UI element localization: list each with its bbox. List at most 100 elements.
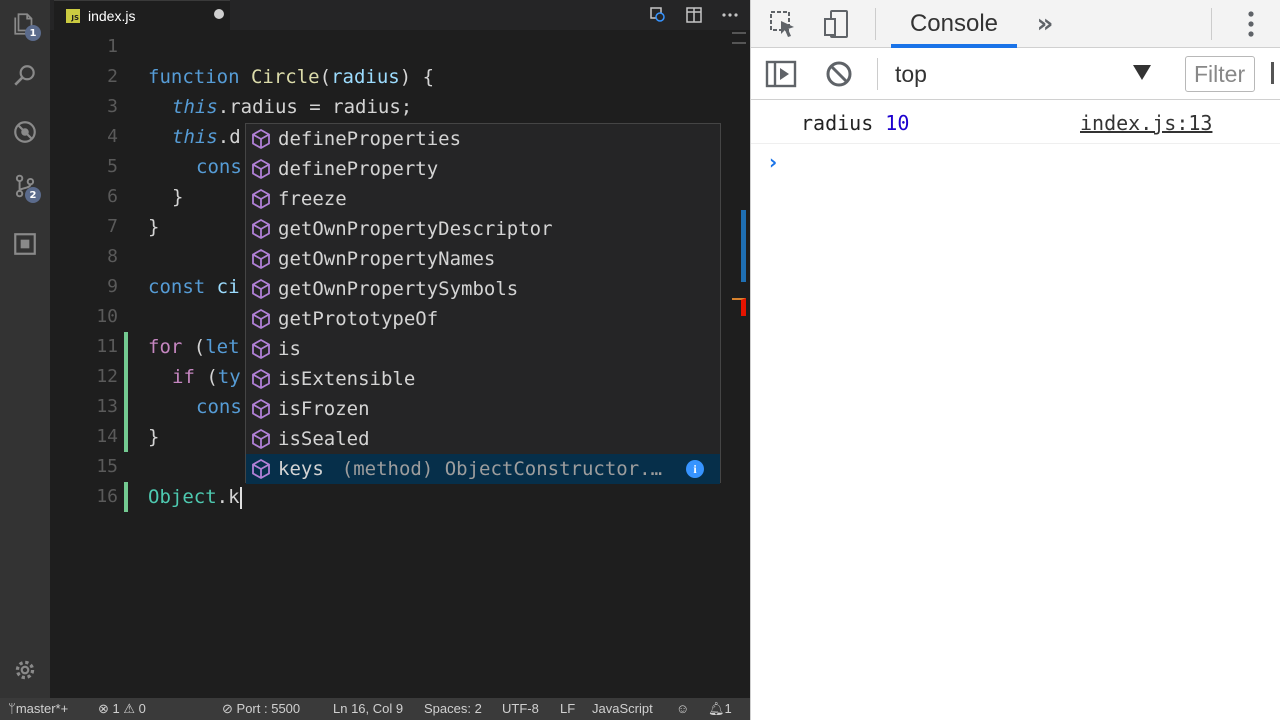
suggestion-item[interactable]: is: [246, 334, 720, 364]
device-toolbar-button[interactable]: [819, 6, 855, 42]
git-branch[interactable]: ᛘmaster*+: [8, 698, 68, 720]
suggestion-widget[interactable]: defineProperties defineProperty freeze g…: [245, 123, 721, 484]
method-cube-icon: [252, 188, 270, 210]
toolbar-divider: [1211, 8, 1212, 40]
gear-icon: [15, 660, 35, 680]
console-prompt-chevron-icon[interactable]: ›: [769, 150, 789, 174]
suggestion-item-selected[interactable]: keys (method) ObjectConstructor.… i: [246, 454, 720, 484]
method-cube-icon: [252, 248, 270, 270]
devtools-menu-button[interactable]: [1233, 6, 1269, 42]
suggestion-item[interactable]: getPrototypeOf: [246, 304, 720, 334]
method-cube-icon: [252, 158, 270, 180]
code-line-5: cons: [196, 156, 242, 178]
method-cube-icon: [252, 278, 270, 300]
code-line-9: const ci: [148, 272, 240, 302]
split-editor-button[interactable]: [684, 5, 704, 25]
method-cube-icon: [252, 218, 270, 240]
explorer-button[interactable]: 1: [0, 2, 50, 46]
line-number: 9: [107, 276, 118, 297]
code-token: .d: [217, 126, 241, 148]
line-number: 4: [107, 126, 118, 147]
code-line-2: function Circle(radius) {: [148, 62, 434, 92]
text-cursor: [239, 486, 242, 509]
kebab-menu-icon: [1248, 11, 1254, 37]
suggestion-item[interactable]: defineProperty: [246, 154, 720, 184]
suggestion-item[interactable]: isExtensible: [246, 364, 720, 394]
line-number: 1: [107, 36, 118, 57]
open-changes-button[interactable]: [648, 5, 668, 25]
suggestion-item[interactable]: isFrozen: [246, 394, 720, 424]
code-line-13: cons: [196, 396, 242, 418]
more-icon: [722, 13, 738, 17]
info-icon[interactable]: i: [686, 460, 704, 478]
git-added-marker[interactable]: [124, 482, 128, 512]
live-server-port[interactable]: ⊘ Port : 5500: [222, 698, 300, 720]
suggestion-label: keys: [278, 458, 324, 480]
method-cube-icon: [252, 308, 270, 330]
more-tabs-button[interactable]: »: [1027, 6, 1063, 42]
suggestion-item[interactable]: defineProperties: [246, 124, 720, 154]
source-control-button[interactable]: 2: [0, 164, 50, 208]
tab-bar: JS index.js: [50, 0, 750, 30]
dropdown-caret-icon[interactable]: [1133, 65, 1151, 80]
filter-input[interactable]: Filter: [1185, 56, 1255, 92]
git-added-marker[interactable]: [124, 332, 128, 452]
code-token: (: [194, 366, 218, 388]
warning-count: 0: [138, 701, 146, 716]
show-sidebar-button[interactable]: [763, 56, 799, 92]
tab-index-js[interactable]: JS index.js: [54, 0, 230, 30]
extensions-button[interactable]: [0, 222, 50, 266]
log-source-link[interactable]: index.js:13: [1080, 111, 1212, 135]
tab-console[interactable]: Console: [891, 0, 1017, 48]
error-count: 1: [112, 701, 120, 716]
settings-button[interactable]: [0, 648, 50, 692]
suggestion-label: freeze: [278, 188, 347, 210]
toolbar-divider: [877, 58, 878, 90]
tab-label: index.js: [88, 7, 136, 24]
port-label: Port : 5500: [236, 701, 301, 716]
suggestion-item[interactable]: isSealed: [246, 424, 720, 454]
error-icon: ⊗: [98, 701, 109, 716]
code-line-11: for (let: [148, 332, 240, 362]
unsaved-dot-icon[interactable]: [214, 9, 224, 19]
filter-edge: [1271, 62, 1274, 84]
end-of-line[interactable]: LF: [560, 698, 575, 720]
branch-name: master*+: [15, 701, 69, 716]
suggestion-item[interactable]: getOwnPropertySymbols: [246, 274, 720, 304]
scroll-thumb[interactable]: [741, 210, 746, 282]
problems-indicator[interactable]: ⊗ 1 ⚠ 0: [98, 698, 146, 720]
line-number: 2: [107, 66, 118, 87]
console-filter-bar: top Filter: [751, 48, 1280, 100]
line-number: 5: [107, 156, 118, 177]
cursor-select-icon: [770, 11, 794, 37]
code-line-16: Object.k: [148, 482, 242, 512]
code-line-3: this.radius = radius;: [172, 92, 412, 122]
feedback-smiley-icon[interactable]: ☺: [676, 698, 689, 720]
suggestion-label: isFrozen: [278, 398, 370, 420]
log-key: radius: [801, 111, 874, 135]
suggestion-item[interactable]: freeze: [246, 184, 720, 214]
line-number: 11: [96, 336, 118, 357]
code-token: this: [172, 96, 218, 118]
notifications[interactable]: 🔔︎1: [708, 698, 732, 720]
encoding[interactable]: UTF-8: [502, 698, 539, 720]
search-icon: [14, 65, 35, 86]
bell-icon: 🔔︎: [708, 701, 725, 716]
indentation[interactable]: Spaces: 2: [424, 698, 482, 720]
overview-ruler[interactable]: [730, 30, 750, 698]
clear-console-button[interactable]: [821, 56, 857, 92]
line-number: 14: [96, 426, 118, 447]
language-mode[interactable]: JavaScript: [592, 698, 653, 720]
more-actions-button[interactable]: [720, 5, 740, 25]
code-editor[interactable]: 1 2 3 4 5 6 7 8 9 10 11 12 13 14 15 16 f…: [50, 30, 750, 698]
inspect-element-button[interactable]: [765, 6, 801, 42]
cursor-position[interactable]: Ln 16, Col 9: [333, 698, 403, 720]
context-selector[interactable]: top: [895, 58, 1155, 90]
debug-button[interactable]: [0, 110, 50, 154]
suggestion-item[interactable]: getOwnPropertyNames: [246, 244, 720, 274]
suggestion-item[interactable]: getOwnPropertyDescriptor: [246, 214, 720, 244]
search-button[interactable]: [0, 54, 50, 98]
code-token: function: [148, 66, 240, 88]
activity-bar: 1 2: [0, 0, 50, 698]
devtools-panel: Console » top Filter radius 10 index.js:…: [750, 0, 1280, 720]
